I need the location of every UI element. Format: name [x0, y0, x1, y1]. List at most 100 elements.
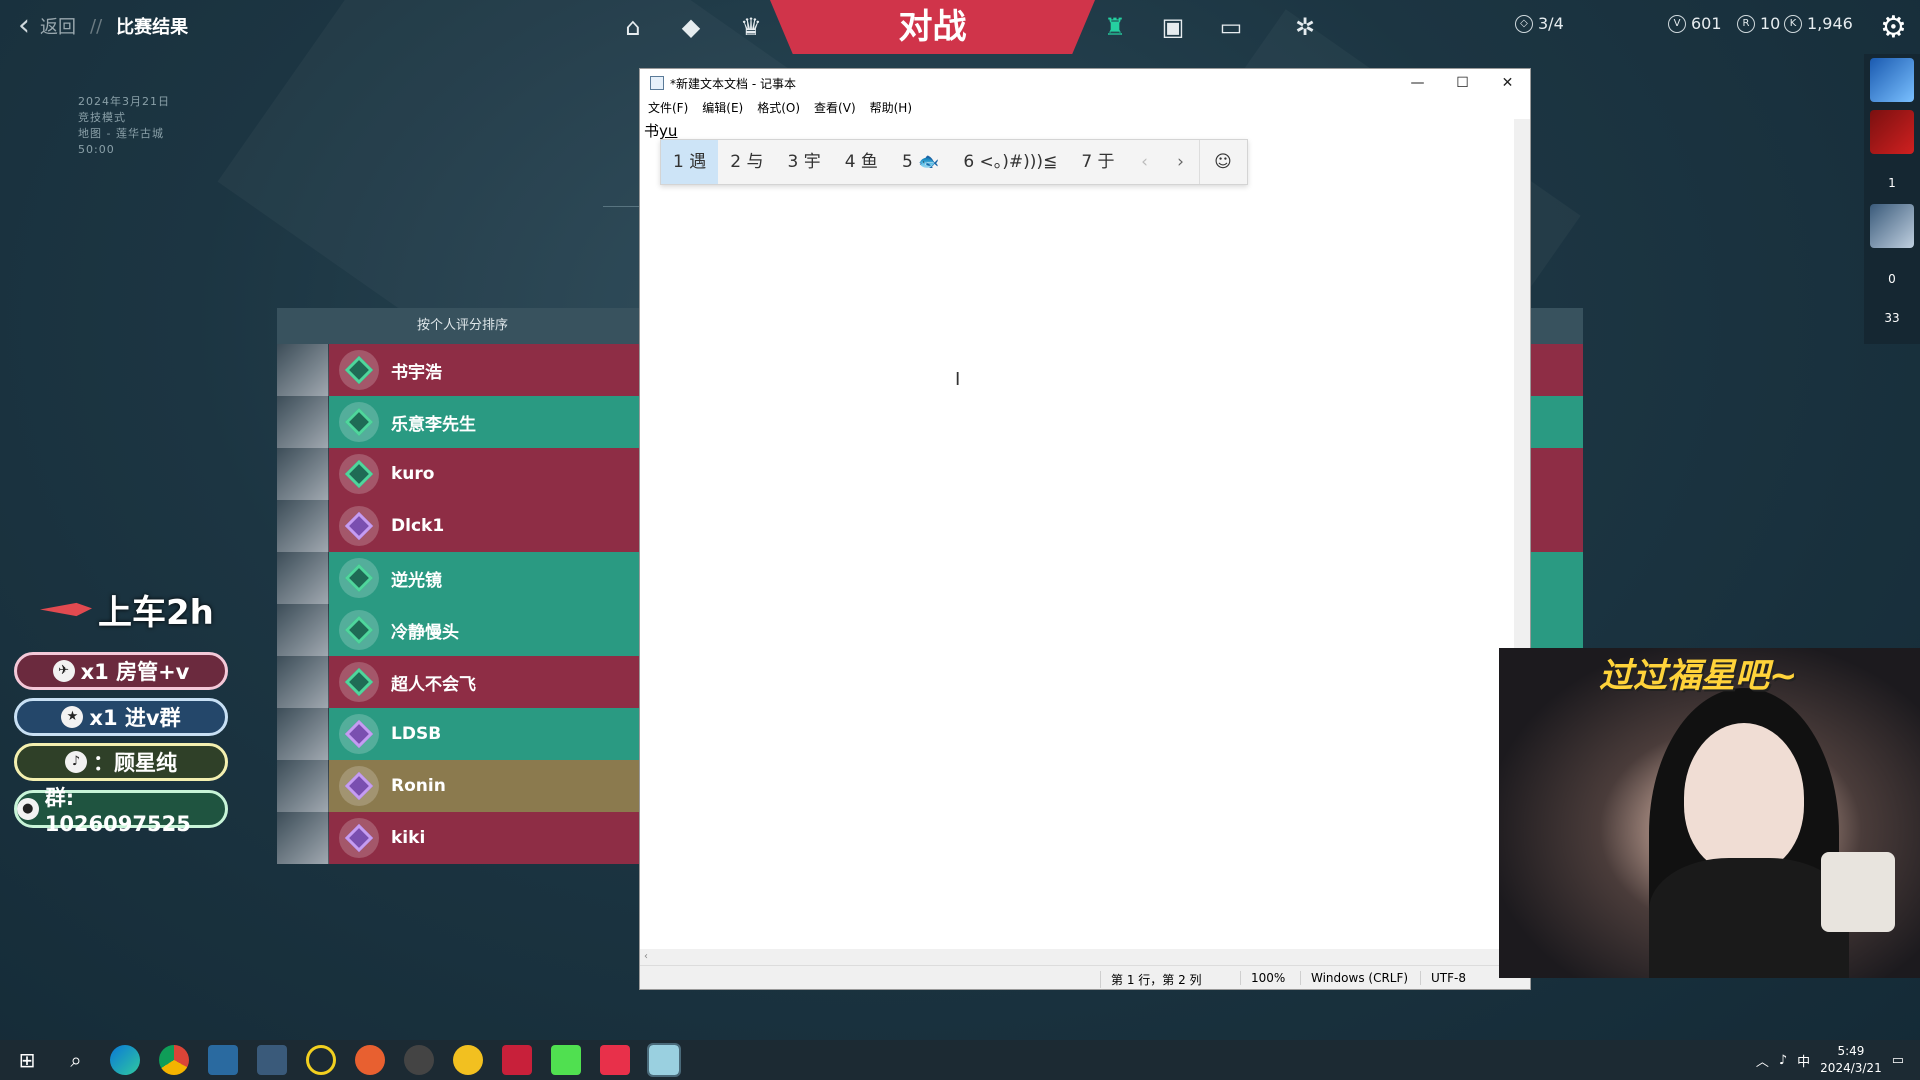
diamond-rank-icon: [339, 350, 379, 390]
agent-portrait: [277, 500, 329, 552]
ime-emoji-icon[interactable]: ☺: [1198, 140, 1247, 184]
windows-taskbar: ⊞ ⌕ ︿ ♪ 中 5:49 2024/3/21 ▭: [0, 1040, 1920, 1080]
ime-candidate[interactable]: 5 🐟: [890, 140, 951, 184]
ime-prev-page-icon[interactable]: ‹: [1127, 152, 1163, 172]
rp-value: 10: [1760, 14, 1781, 33]
player-name: 逆光镜: [391, 570, 442, 591]
diamond-rank-icon: [339, 662, 379, 702]
agent-avatar[interactable]: [1870, 110, 1914, 154]
radianite-icon: R: [1737, 14, 1755, 33]
edge-icon[interactable]: [110, 1045, 140, 1075]
cat-sticker: [1821, 852, 1895, 932]
player-name: Dlck1: [391, 516, 445, 536]
agents-icon[interactable]: ◆: [676, 12, 706, 42]
kc-progress-value: 3/4: [1538, 14, 1564, 33]
rp-balance[interactable]: R 10: [1737, 14, 1780, 33]
breadcrumb-separator: //: [90, 15, 103, 37]
notepad-text-area[interactable]: [640, 119, 1516, 949]
chrome-icon[interactable]: [159, 1045, 189, 1075]
notification-icon[interactable]: ▭: [1892, 1053, 1904, 1068]
pill3-text: ：顾星纯: [93, 751, 177, 775]
app-icon[interactable]: [257, 1045, 287, 1075]
notepad-content[interactable]: 书yu: [644, 120, 677, 141]
agent-portrait: [277, 656, 329, 708]
chevron-up-icon[interactable]: ︿: [1756, 1051, 1769, 1070]
match-date: 2024年3月21日: [78, 95, 170, 108]
player-name: kiki: [391, 828, 426, 848]
notepad-taskbar-icon[interactable]: [647, 1043, 681, 1077]
agent-avatar[interactable]: [1870, 204, 1914, 248]
ime-candidate[interactable]: 2 与: [718, 140, 775, 184]
notepad-titlebar[interactable]: *新建文本文档 - 记事本 — ☐ ✕: [640, 69, 1530, 97]
app-icon[interactable]: [551, 1045, 581, 1075]
clock-time: 5:49: [1837, 1044, 1865, 1058]
plane-icon: [40, 602, 92, 617]
kingdom-credits-value: 1,946: [1807, 14, 1853, 33]
back-nav[interactable]: ‹ 返回 // 比赛结果: [18, 11, 188, 41]
horizontal-scrollbar[interactable]: ‹: [640, 949, 1516, 965]
store-cart-icon[interactable]: ▭: [1216, 12, 1246, 42]
sidebar-count: 1: [1888, 176, 1896, 190]
ime-candidate[interactable]: 1 遇: [661, 140, 719, 184]
notepad-menubar: 文件(F) 编辑(E) 格式(O) 查看(V) 帮助(H): [640, 97, 1530, 117]
kingdom-credits[interactable]: K 1,946: [1784, 14, 1853, 33]
committed-text: 书: [644, 122, 660, 140]
close-button[interactable]: ✕: [1485, 69, 1530, 97]
windows-start-icon[interactable]: ⊞: [12, 1045, 42, 1075]
menu-file[interactable]: 文件(F): [648, 99, 688, 116]
app-icon[interactable]: [355, 1045, 385, 1075]
status-line-ending: Windows (CRLF): [1300, 971, 1408, 985]
overlay-pill-group: ★ x1 进v群: [14, 698, 228, 736]
vp-balance[interactable]: V 601: [1668, 14, 1722, 33]
webcam-overlay: 过过福星吧~: [1499, 648, 1920, 978]
rocket-icon: ✈: [52, 660, 75, 682]
sidebar-count: 33: [1884, 311, 1900, 325]
app-icon[interactable]: [404, 1045, 434, 1075]
player-name: 书宇浩: [391, 362, 442, 383]
menu-edit[interactable]: 编辑(E): [702, 99, 743, 116]
kingdom-diamond-icon: ◇: [1515, 14, 1533, 33]
chevron-left-icon[interactable]: ‹: [18, 11, 30, 41]
overlay-title-text: 上车2h: [98, 593, 214, 633]
status-zoom: 100%: [1240, 971, 1285, 985]
esports-icon[interactable]: ✲: [1290, 12, 1320, 42]
ime-indicator[interactable]: 中: [1797, 1051, 1810, 1070]
kc-progress[interactable]: ◇ 3/4: [1515, 14, 1564, 33]
badge-icon: ★: [61, 706, 84, 728]
volume-icon[interactable]: ♪: [1779, 1053, 1787, 1068]
app-icon[interactable]: [600, 1045, 630, 1075]
ime-candidate[interactable]: 4 鱼: [833, 140, 890, 184]
ime-candidate[interactable]: 7 于: [1069, 140, 1126, 184]
career-icon[interactable]: ♛: [736, 12, 766, 42]
ime-candidate[interactable]: 6 <。)#)))≦: [951, 140, 1069, 184]
notepad-title: *新建文本文档 - 记事本: [670, 76, 796, 91]
valorant-icon[interactable]: [502, 1045, 532, 1075]
maximize-button[interactable]: ☐: [1440, 69, 1485, 97]
app-icon[interactable]: [453, 1045, 483, 1075]
menu-help[interactable]: 帮助(H): [870, 99, 912, 116]
system-tray: ︿ ♪ 中 5:49 2024/3/21 ▭: [1756, 1040, 1920, 1080]
search-icon[interactable]: ⌕: [61, 1045, 91, 1075]
menu-format[interactable]: 格式(O): [757, 99, 800, 116]
right-agent-sidebar: 1 0 33: [1864, 54, 1920, 344]
agent-portrait: [277, 708, 329, 760]
agent-portrait: [277, 344, 329, 396]
collection-icon[interactable]: ▣: [1158, 12, 1188, 42]
battlepass-icon[interactable]: ♜: [1100, 12, 1130, 42]
tab-battle[interactable]: 对战: [770, 0, 1095, 54]
home-icon[interactable]: ⌂: [618, 12, 648, 42]
app-icon[interactable]: [208, 1045, 238, 1075]
app-icon[interactable]: [306, 1045, 336, 1075]
minimize-button[interactable]: —: [1395, 69, 1440, 97]
gear-icon[interactable]: ⚙: [1880, 10, 1907, 45]
agent-avatar[interactable]: [1870, 58, 1914, 102]
ime-candidate[interactable]: 3 宇: [775, 140, 832, 184]
overlay-pill-moderator: ✈ x1 房管+v: [14, 652, 228, 690]
match-map: 地图 - 莲华古城: [78, 127, 164, 140]
agent-portrait: [277, 812, 329, 864]
ime-next-page-icon[interactable]: ›: [1163, 152, 1199, 172]
clock[interactable]: 5:49 2024/3/21: [1820, 1043, 1882, 1077]
back-label[interactable]: 返回: [40, 13, 76, 39]
plat-rank-icon: [339, 766, 379, 806]
menu-view[interactable]: 查看(V): [814, 99, 856, 116]
